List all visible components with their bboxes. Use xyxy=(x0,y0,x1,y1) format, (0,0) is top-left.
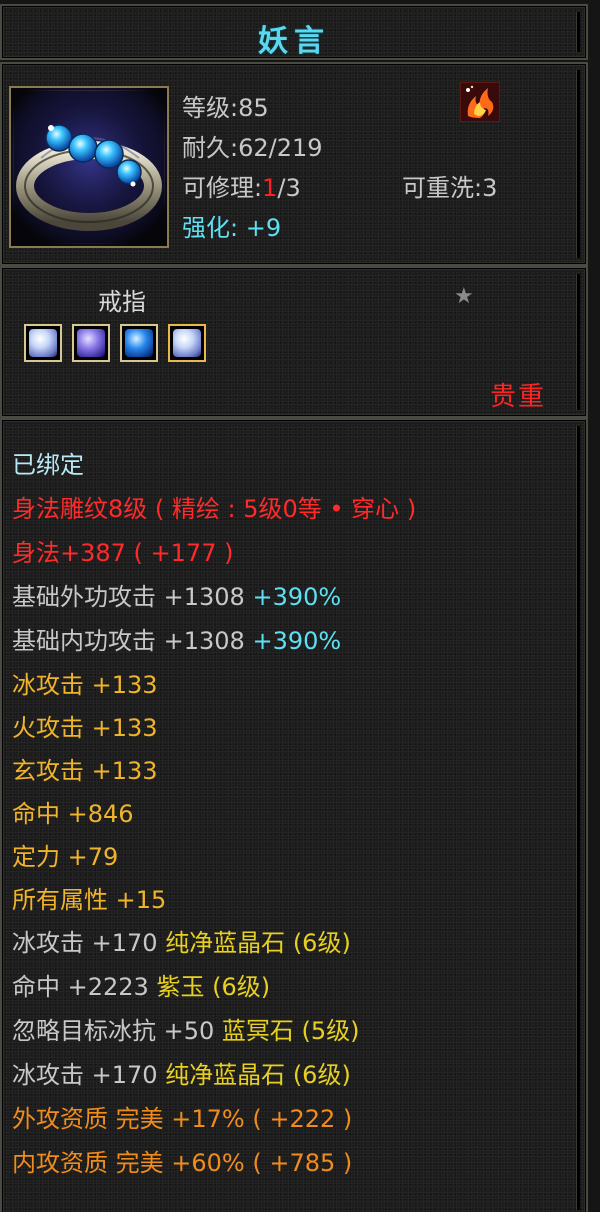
gem-name-3: 蓝冥石 (5级) xyxy=(221,1017,360,1045)
durability-label: 耐久: xyxy=(182,134,239,162)
durability-value: 62/219 xyxy=(238,134,323,162)
gem-stat-4: 冰攻击 +170 xyxy=(12,1061,166,1089)
ring-icon[interactable] xyxy=(9,86,169,248)
level-label: 等级: xyxy=(182,94,239,122)
gem-stat-1: 冰攻击 +170 xyxy=(12,929,166,957)
enhance-line: 强化: +9 xyxy=(182,208,281,243)
gem-slot-4[interactable] xyxy=(168,324,206,362)
flame-phoenix-icon xyxy=(459,81,501,123)
gem-stat-line-2: 命中 +2223 紫玉 (6级) xyxy=(12,972,270,1002)
gem-slot-2[interactable] xyxy=(72,324,110,362)
item-header-panel: 等级:85 耐久:62/219 可修理:1/3 可重洗:3 强化: +9 xyxy=(0,62,588,266)
ring-icon-art xyxy=(11,88,167,246)
ext-attack-pct: +390% xyxy=(252,583,342,611)
gem-stat-2: 命中 +2223 xyxy=(12,973,157,1001)
rarity-label: 贵重 xyxy=(490,382,547,412)
enhance-value: +9 xyxy=(238,214,282,242)
gem-name-1: 纯净蓝晶石 (6级) xyxy=(165,929,351,957)
durability-line: 耐久:62/219 xyxy=(182,128,323,163)
xuan-attack-line: 玄攻击 +133 xyxy=(12,757,158,785)
focus-line: 定力 +79 xyxy=(12,843,119,871)
ice-attack-line: 冰攻击 +133 xyxy=(12,671,158,699)
pale-crystal-gem-icon xyxy=(173,329,201,357)
int-attack-line: 基础内功攻击 +1308 +390% xyxy=(12,626,341,656)
rewash-value: 3 xyxy=(482,174,498,202)
gem-stat-line-1: 冰攻击 +170 纯净蓝晶石 (6级) xyxy=(12,928,351,958)
all-attributes-line: 所有属性 +15 xyxy=(12,886,167,914)
pale-crystal-gem-icon xyxy=(29,329,57,357)
enhance-label: 强化: xyxy=(182,214,239,242)
repair-used: 1 xyxy=(262,174,278,202)
ext-attack-label: 基础外功攻击 +1308 xyxy=(12,583,253,611)
blue-crystal-gem-icon xyxy=(125,329,153,357)
repair-line: 可修理:1/3 xyxy=(182,168,301,203)
rewash-line: 可重洗:3 xyxy=(402,168,497,203)
flame-badge-art xyxy=(459,81,501,123)
ext-attack-line: 基础外功攻击 +1308 +390% xyxy=(12,582,341,612)
gem-stat-line-3: 忽略目标冰抗 +50 蓝冥石 (5级) xyxy=(12,1016,360,1046)
gem-name-4: 纯净蓝晶石 (6级) xyxy=(165,1061,351,1089)
engrave-line: 身法雕纹8级 ( 精绘 : 5级0等 • 穿心 ) xyxy=(12,495,417,523)
hit-line: 命中 +846 xyxy=(12,800,134,828)
fire-attack-line: 火攻击 +133 xyxy=(12,714,158,742)
item-type-panel: 戒指 ★ 贵重 xyxy=(0,266,588,418)
repair-total: /3 xyxy=(277,174,301,202)
item-title: 妖言 xyxy=(258,24,330,59)
repair-label: 可修理: xyxy=(182,174,263,202)
attributes-panel: 已绑定 身法雕纹8级 ( 精绘 : 5级0等 • 穿心 ) 身法+387 ( +… xyxy=(0,418,588,1212)
violet-crystal-gem-icon xyxy=(77,329,105,357)
level-line: 等级:85 xyxy=(182,88,269,123)
gem-slot-3[interactable] xyxy=(120,324,158,362)
rewash-label: 可重洗: xyxy=(402,174,483,202)
title-bar: 妖言 xyxy=(0,4,588,60)
int-attack-label: 基础内功攻击 +1308 xyxy=(12,627,253,655)
item-type-label: 戒指 xyxy=(98,288,146,316)
agility-main: 身法+387 xyxy=(12,539,126,567)
agility-bonus: ( +177 ) xyxy=(125,539,234,567)
agility-line: 身法+387 ( +177 ) xyxy=(12,538,233,568)
int-quality-line: 内攻资质 完美 +60% ( +785 ) xyxy=(12,1149,353,1177)
gem-name-2: 紫玉 (6级) xyxy=(156,973,271,1001)
level-value: 85 xyxy=(238,94,269,122)
int-attack-pct: +390% xyxy=(252,627,342,655)
star-icon: ★ xyxy=(454,284,474,309)
gem-stat-line-4: 冰攻击 +170 纯净蓝晶石 (6级) xyxy=(12,1060,351,1090)
bound-status: 已绑定 xyxy=(12,451,84,479)
gem-slot-1[interactable] xyxy=(24,324,62,362)
ext-quality-line: 外攻资质 完美 +17% ( +222 ) xyxy=(12,1105,353,1133)
gem-stat-3: 忽略目标冰抗 +50 xyxy=(12,1017,222,1045)
